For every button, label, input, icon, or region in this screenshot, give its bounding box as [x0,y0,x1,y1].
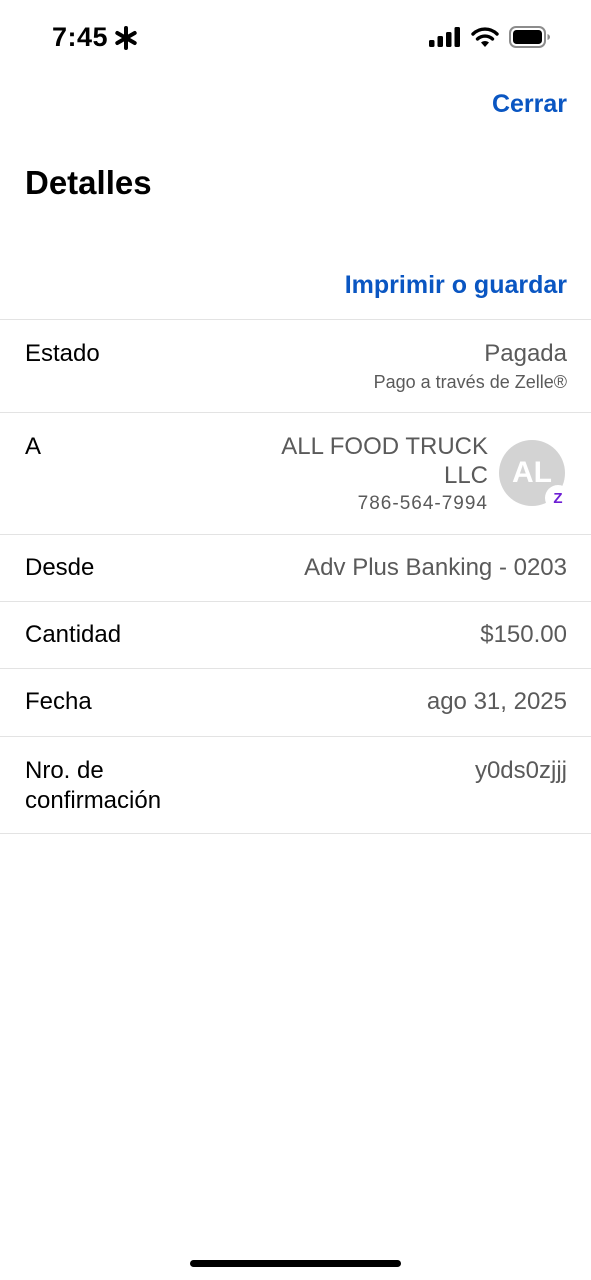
estado-value: Pagada [484,340,567,367]
detail-row-confirmacion: Nro. de confirmación y0ds0zjjj [0,736,591,834]
status-time: 7:45 [52,22,138,53]
asterisk-icon [115,25,137,50]
confirmacion-label-line2: confirmación [25,787,162,814]
battery-icon [509,26,550,48]
status-time-text: 7:45 [52,22,109,52]
signal-icon [429,27,460,47]
cantidad-value: $150.00 [480,621,567,648]
detail-row-fecha: Fecha ago 31, 2025 [0,668,591,736]
zelle-badge-glyph: Z [553,489,563,507]
status-icons [429,26,551,48]
recipient-label: A [25,433,42,460]
confirmacion-label: Nro. de confirmación [25,756,161,816]
recipient-phone: 786-564-7994 [357,493,488,514]
zelle-icon: Z [545,485,571,511]
desde-value: Adv Plus Banking - 0203 [304,554,567,581]
recipient-name: ALL FOOD TRUCK LLC [228,432,488,490]
estado-sub: Pago a través de Zelle® [373,372,567,392]
recipient-name-line1: ALL FOOD TRUCK [281,433,488,460]
home-indicator[interactable] [190,1260,401,1267]
detail-row-desde: Desde Adv Plus Banking - 0203 [0,534,591,601]
close-button[interactable]: Cerrar [492,90,567,119]
detail-row-estado: Estado Pagada Pago a través de Zelle® [0,319,591,412]
details-list: Estado Pagada Pago a través de Zelle® A … [0,319,591,834]
confirmacion-label-line1: Nro. de [25,757,104,784]
fecha-label: Fecha [25,688,92,715]
confirmacion-value: y0ds0zjjj [474,757,567,784]
recipient-name-line2: LLC [443,462,488,489]
avatar-initials: AL [512,456,552,489]
wifi-icon [471,26,499,47]
desde-label: Desde [25,554,95,581]
detail-row-recipient: A ALL FOOD TRUCK LLC 786-564-7994 AL Z [0,412,591,534]
fecha-value: ago 31, 2025 [426,688,567,715]
status-bar: 7:45 [0,0,591,80]
print-or-save-link[interactable]: Imprimir o guardar [345,271,567,300]
estado-label: Estado [25,340,100,367]
page-title: Detalles [25,164,152,201]
cantidad-label: Cantidad [25,621,122,648]
detail-row-cantidad: Cantidad $150.00 [0,601,591,668]
